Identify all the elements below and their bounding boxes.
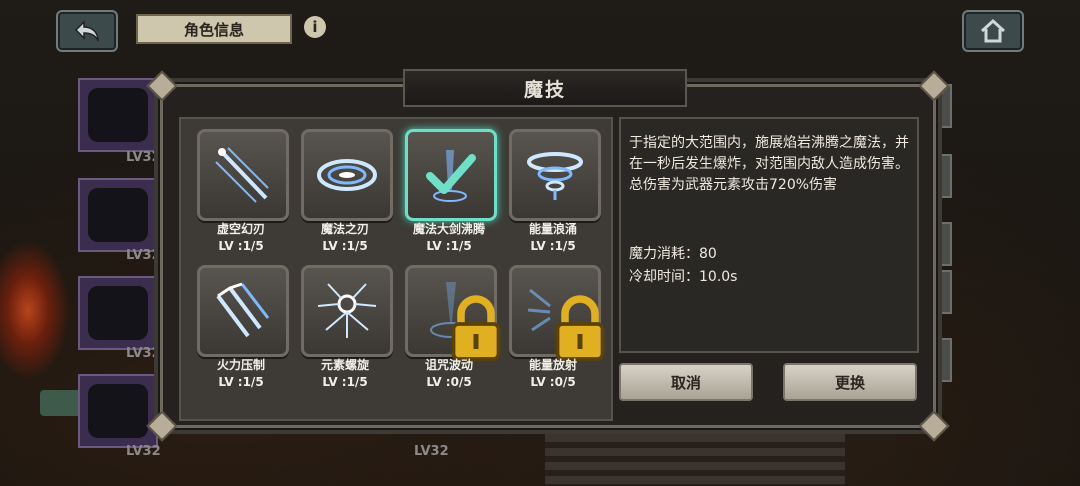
skill-card[interactable]: 魔法之刃 LV :1/5 — [295, 125, 395, 261]
gear-level: LV32 — [126, 150, 161, 165]
skill-name: 能量浪涌 — [528, 222, 577, 236]
greatsword-boil-icon — [426, 150, 476, 202]
skill-grid: 虚空幻刃 LV :1/5 魔法之刃 LV :1/5 魔法大剑沸腾 LV:1/5… — [179, 117, 613, 421]
skill-level: LV :1/5 — [322, 375, 368, 389]
skill-select-modal: 魔技 虚空幻刃 LV :1/5 魔法之刃 LV:1/5 魔法大剑沸腾 LV:… — [146, 69, 950, 442]
gear-level: LV32 — [414, 444, 449, 459]
gear-level: LV32 — [126, 346, 161, 361]
skill-level: LV :1/5 — [530, 239, 576, 253]
back-button[interactable] — [56, 10, 118, 52]
skill-card[interactable]: 火力压制 LV :1/5 — [191, 261, 291, 397]
skill-level: LV :1/5 — [426, 239, 472, 253]
skill-name: 火力压制 — [216, 358, 265, 372]
skill-level: LV :1/5 — [218, 375, 264, 389]
gear-level: LV32 — [126, 248, 161, 263]
skill-card-locked[interactable]: 能量放射 LV :0/5 — [503, 261, 605, 397]
skill-name: 虚空幻刃 — [216, 222, 265, 236]
skill-level: LV :0/5 — [530, 375, 576, 389]
element-spiral-icon — [317, 283, 377, 338]
gear-slot[interactable] — [78, 178, 158, 252]
energy-surge-icon — [527, 152, 583, 200]
skill-name: 诅咒波动 — [424, 358, 473, 372]
modal-title: 魔技 — [403, 69, 687, 107]
info-icon[interactable]: i — [304, 16, 326, 38]
replace-button[interactable]: 更换 — [783, 363, 917, 401]
skill-level: LV :1/5 — [322, 239, 368, 253]
fire-effect — [0, 240, 70, 380]
skill-description: 于指定的大范围内，施展焰岩沸腾之魔法，并在一秒后发生爆炸，对范围内敌人造成伤害。 — [629, 135, 909, 172]
skill-name: 元素螺旋 — [320, 358, 369, 372]
skill-level: LV :0/5 — [426, 375, 472, 389]
mana-cost: 魔力消耗：80 — [629, 246, 717, 262]
skill-card[interactable]: 元素螺旋 LV :1/5 — [295, 261, 395, 397]
skill-description-panel: 于指定的大范围内，施展焰岩沸腾之魔法，并在一秒后发生爆炸，对范围内敌人造成伤害。… — [619, 117, 919, 353]
fire-suppression-icon — [216, 282, 270, 338]
void-blade-icon — [215, 147, 269, 203]
skill-card[interactable]: 能量浪涌 LV :1/5 — [503, 125, 603, 261]
home-icon — [980, 18, 1006, 43]
skill-level: LV :1/5 — [218, 239, 264, 253]
stairs-decoration — [545, 420, 845, 486]
lock-icon — [451, 295, 501, 361]
gear-slot[interactable] — [78, 78, 158, 152]
gear-slot[interactable] — [78, 276, 158, 350]
page-title: 角色信息 — [136, 14, 292, 44]
back-arrow-icon — [74, 20, 99, 42]
skill-card[interactable]: 虚空幻刃 LV :1/5 — [191, 125, 291, 261]
skill-name: 魔法大剑沸腾 — [412, 222, 485, 236]
magic-blade-icon — [317, 159, 377, 191]
home-button[interactable] — [962, 10, 1024, 52]
gear-slot[interactable] — [78, 374, 158, 448]
skill-name: 魔法之刃 — [320, 222, 369, 236]
skill-card-locked[interactable]: 诅咒波动 LV :0/5 — [399, 261, 501, 397]
gear-level: LV32 — [126, 444, 161, 459]
skill-damage: 总伤害为武器元素攻击720%伤害 — [629, 177, 838, 193]
skill-card-selected[interactable]: 魔法大剑沸腾 LV :1/5 — [399, 125, 499, 261]
lock-icon — [555, 295, 605, 361]
cancel-button[interactable]: 取消 — [619, 363, 753, 401]
cooldown: 冷却时间：10.0s — [629, 269, 738, 285]
skill-name: 能量放射 — [528, 358, 577, 372]
